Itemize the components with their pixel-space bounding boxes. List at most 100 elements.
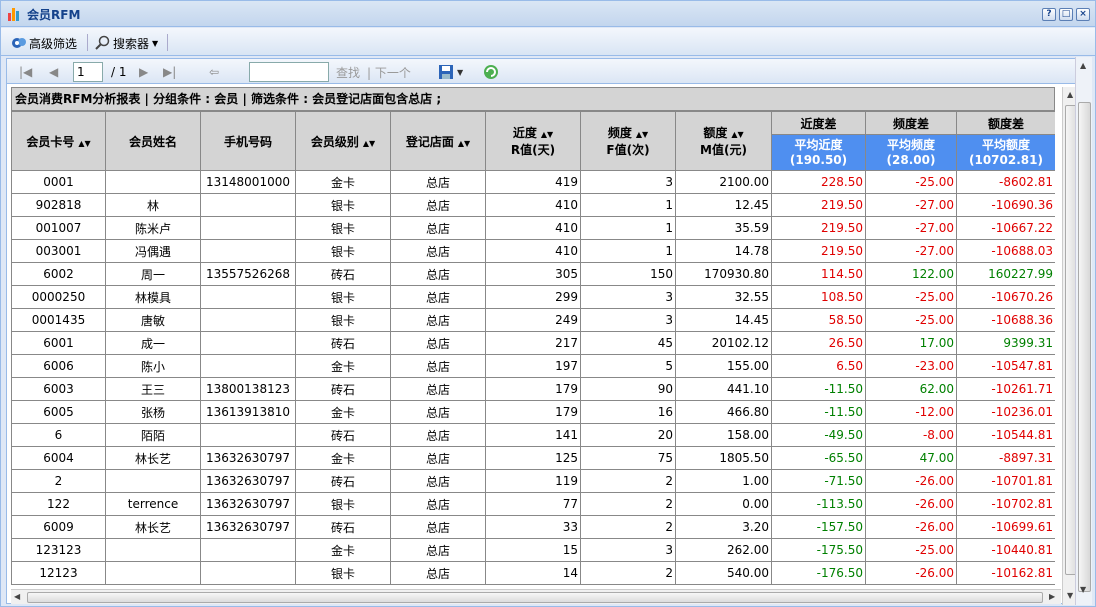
- cell-amount-diff: -10690.36: [956, 193, 1055, 217]
- close-button[interactable]: ×: [1076, 8, 1090, 21]
- table-row[interactable]: 123123 金卡 总店 15 3 262.00 -175.50 -25.00 -10440.8…: [11, 538, 1055, 562]
- cell-freq-diff: -12.00: [865, 400, 957, 424]
- cell-freq-diff: -25.00: [865, 538, 957, 562]
- cell-store: 总店: [390, 561, 486, 585]
- first-page-icon[interactable]: |◀: [19, 64, 32, 80]
- col-card-no[interactable]: 会员卡号 ▲▼: [11, 111, 106, 171]
- help-button[interactable]: ?: [1042, 8, 1056, 21]
- cell-freq-diff: -25.00: [865, 170, 957, 194]
- cell-amount-diff: -10261.71: [956, 377, 1055, 401]
- advanced-filter-button[interactable]: 高级筛选: [11, 34, 77, 52]
- scroll-left-icon[interactable]: ◀: [14, 592, 20, 601]
- table-row[interactable]: 6004 林长艺 13632630797 金卡 总店 125 75 1805.50 -65.50…: [11, 446, 1055, 470]
- scroll-right-icon[interactable]: ▶: [1049, 592, 1055, 601]
- cell-amount: 32.55: [675, 285, 772, 309]
- cell-amount-diff: -10670.26: [956, 285, 1055, 309]
- col-avg-recency: 平均近度 (190.50): [771, 134, 866, 171]
- cell-name: 王三: [105, 377, 201, 401]
- cell-amount: 14.45: [675, 308, 772, 332]
- cell-amount-diff: -8602.81: [956, 170, 1055, 194]
- table-row[interactable]: 0001 13148001000 金卡 总店 419 3 2100.00 228.50 -25.…: [11, 170, 1055, 194]
- reload-icon[interactable]: [483, 64, 499, 80]
- table-row[interactable]: 902818 林 银卡 总店 410 1 12.45 219.50 -27.00 -10690.3…: [11, 193, 1055, 217]
- col-store[interactable]: 登记店面 ▲▼: [390, 111, 486, 171]
- cell-level: 砖石: [295, 377, 391, 401]
- scroll-up-icon[interactable]: ▲: [1080, 61, 1086, 70]
- col-level[interactable]: 会员级别 ▲▼: [295, 111, 391, 171]
- table-row[interactable]: 6002 周一 13557526268 砖石 总店 305 150 170930.80 114.…: [11, 262, 1055, 286]
- cell-recency-diff: -113.50: [771, 492, 866, 516]
- table-row[interactable]: 12123 银卡 总店 14 2 540.00 -176.50 -26.00 -10162.81: [11, 561, 1055, 585]
- table-row[interactable]: 003001 冯偶遇 银卡 总店 410 1 14.78 219.50 -27.00 -10688…: [11, 239, 1055, 263]
- cell-freq-diff: 62.00: [865, 377, 957, 401]
- col-recency[interactable]: 近度 ▲▼ R值(天): [485, 111, 581, 171]
- cell-recency-diff: -49.50: [771, 423, 866, 447]
- col-freq-diff[interactable]: 频度差: [865, 111, 957, 135]
- scroll-up-icon[interactable]: ▲: [1067, 90, 1073, 99]
- table-row[interactable]: 6 陌陌 砖石 总店 141 20 158.00 -49.50 -8.00 -10544.81: [11, 423, 1055, 447]
- cell-recency-diff: 6.50: [771, 354, 866, 378]
- refresh-icon[interactable]: ⇦: [209, 64, 219, 80]
- table-row[interactable]: 0000250 林模具 银卡 总店 299 3 32.55 108.50 -25.00 -1067…: [11, 285, 1055, 309]
- table-row[interactable]: 6006 陈小 金卡 总店 197 5 155.00 6.50 -23.00 -10547.81: [11, 354, 1055, 378]
- save-icon[interactable]: ▼: [438, 64, 463, 80]
- cell-store: 总店: [390, 170, 486, 194]
- col-amount-diff[interactable]: 额度差: [956, 111, 1055, 135]
- last-page-icon[interactable]: ▶|: [163, 64, 176, 80]
- cell-name: 张杨: [105, 400, 201, 424]
- table-row[interactable]: 6001 成一 砖石 总店 217 45 20102.12 26.50 17.00 9399.31: [11, 331, 1055, 355]
- sort-icon: ▲▼: [457, 138, 471, 148]
- cell-recency: 410: [485, 216, 581, 240]
- cell-name: terrence: [105, 492, 201, 516]
- col-amount[interactable]: 额度 ▲▼ M值(元): [675, 111, 772, 171]
- scroll-down-icon[interactable]: ▼: [1067, 591, 1073, 600]
- col-phone[interactable]: 手机号码: [200, 111, 296, 171]
- window-scroll-thumb[interactable]: [1078, 102, 1091, 592]
- sort-icon: ▲▼: [78, 138, 91, 148]
- cell-frequency: 3: [580, 538, 676, 562]
- cell-name: 陈小: [105, 354, 201, 378]
- col-recency-diff[interactable]: 近度差: [771, 111, 866, 135]
- searcher-dropdown[interactable]: 搜索器 ▼: [95, 34, 158, 52]
- find-button[interactable]: 查找: [336, 64, 360, 80]
- table-row[interactable]: 6005 张杨 13613913810 金卡 总店 179 16 466.80 -11.50 -1…: [11, 400, 1055, 424]
- cell-recency: 419: [485, 170, 581, 194]
- table-row[interactable]: 6003 王三 13800138123 砖石 总店 179 90 441.10 -11.50 62…: [11, 377, 1055, 401]
- cell-name: 陈米卢: [105, 216, 201, 240]
- maximize-button[interactable]: □: [1059, 8, 1073, 21]
- table-row[interactable]: 001007 陈米卢 银卡 总店 410 1 35.59 219.50 -27.00 -10667…: [11, 216, 1055, 240]
- cell-card-no: 6006: [11, 354, 106, 378]
- window-scrollbar[interactable]: ▲ ▼: [1075, 57, 1092, 605]
- next-page-icon[interactable]: ▶: [139, 64, 148, 80]
- prev-page-icon[interactable]: ◀: [49, 64, 58, 80]
- cell-level: 银卡: [295, 239, 391, 263]
- col-frequency[interactable]: 频度 ▲▼ F值(次): [580, 111, 676, 171]
- cell-amount: 1.00: [675, 469, 772, 493]
- scroll-down-icon[interactable]: ▼: [1080, 585, 1086, 594]
- cell-phone: [200, 423, 296, 447]
- cell-recency-diff: 228.50: [771, 170, 866, 194]
- cell-store: 总店: [390, 492, 486, 516]
- horizontal-scroll-thumb[interactable]: [27, 592, 1043, 603]
- cell-freq-diff: -27.00: [865, 216, 957, 240]
- cell-phone: [200, 193, 296, 217]
- table-row[interactable]: 0001435 唐敏 银卡 总店 249 3 14.45 58.50 -25.00 -10688.…: [11, 308, 1055, 332]
- table-row[interactable]: 2 13632630797 砖石 总店 119 2 1.00 -71.50 -26.00 -107…: [11, 469, 1055, 493]
- page-number-input[interactable]: 1: [73, 62, 103, 82]
- cell-name: 成一: [105, 331, 201, 355]
- cell-amount-diff: -10688.36: [956, 308, 1055, 332]
- cell-phone: 13632630797: [200, 515, 296, 539]
- cell-card-no: 0000250: [11, 285, 106, 309]
- cell-card-no: 6001: [11, 331, 106, 355]
- find-next-button[interactable]: | 下一个: [367, 64, 411, 80]
- table-row[interactable]: 6009 林长艺 13632630797 砖石 总店 33 2 3.20 -157.50 -26.…: [11, 515, 1055, 539]
- col-name[interactable]: 会员姓名: [105, 111, 201, 171]
- table-body: 0001 13148001000 金卡 总店 419 3 2100.00 228.50 -25.…: [11, 170, 1055, 585]
- cell-recency: 249: [485, 308, 581, 332]
- table-row[interactable]: 122 terrence 13632630797 银卡 总店 77 2 0.00 -113.50…: [11, 492, 1055, 516]
- cell-recency-diff: 219.50: [771, 216, 866, 240]
- find-input[interactable]: [249, 62, 329, 82]
- report-panel: |◀ ◀ 1 / 1 ▶ ▶| ⇦ 查找 | 下一个 ▼ 会员消费RFM分析报表…: [6, 58, 1090, 605]
- horizontal-scrollbar[interactable]: ◀ ▶: [11, 589, 1061, 604]
- cell-amount: 262.00: [675, 538, 772, 562]
